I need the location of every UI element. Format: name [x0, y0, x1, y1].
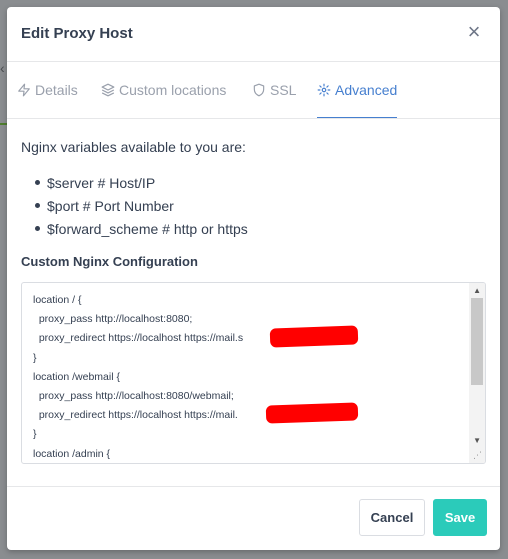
modal-footer: Cancel Save	[7, 486, 500, 550]
code-line: }	[33, 351, 37, 364]
list-item: $forward_scheme # http or https	[35, 217, 486, 240]
tab-custom-locations[interactable]: Custom locations	[101, 62, 226, 118]
tab-label: Custom locations	[119, 82, 227, 98]
scrollbar-thumb[interactable]	[471, 298, 483, 385]
tab-details[interactable]: Details	[17, 62, 78, 118]
code-line: }	[33, 428, 37, 441]
close-icon[interactable]: ×	[462, 21, 486, 45]
bolt-icon	[18, 83, 30, 97]
save-button[interactable]: Save	[433, 499, 487, 536]
list-item: $port # Port Number	[35, 194, 486, 217]
edit-proxy-host-modal: Edit Proxy Host × Details Custom locatio…	[7, 7, 500, 550]
redaction-mark	[265, 402, 359, 424]
tab-label: Advanced	[335, 81, 398, 98]
tab-advanced[interactable]: Advanced	[317, 62, 398, 118]
redaction-mark	[269, 325, 359, 348]
tab-label: SSL	[270, 82, 297, 98]
resize-handle-icon[interactable]: ⋰	[473, 450, 482, 461]
scrollbar[interactable]: ▲ ▼	[469, 283, 485, 463]
code-line: location /admin {	[33, 447, 111, 460]
advanced-panel: Nginx variables available to you are: $s…	[21, 132, 486, 464]
shield-icon	[253, 83, 265, 97]
nginx-config-textarea[interactable]: location / { proxy_pass http://localhost…	[21, 282, 486, 464]
backdrop-fragment: ‹	[0, 60, 5, 76]
variables-intro: Nginx variables available to you are:	[21, 139, 246, 155]
config-code: location / { proxy_pass http://localhost…	[33, 291, 244, 463]
tab-ssl[interactable]: SSL	[252, 62, 296, 118]
layers-icon	[101, 83, 115, 97]
tab-bar: Details Custom locations SSL Advanced	[7, 62, 500, 119]
modal-header: Edit Proxy Host ×	[7, 7, 500, 62]
scroll-up-icon[interactable]: ▲	[473, 286, 481, 295]
tab-label: Details	[35, 82, 78, 98]
list-item: $server # Host/IP	[35, 171, 486, 194]
code-line: proxy_pass http://localhost:8080/webmail…	[33, 390, 234, 403]
code-line: location / {	[33, 294, 82, 306]
code-line: location /webmail {	[33, 370, 120, 383]
code-line: proxy_pass http://localhost:8080;	[33, 313, 193, 326]
code-line: proxy_redirect https://localhost https:/…	[33, 409, 238, 422]
config-label: Custom Nginx Configuration	[21, 254, 198, 269]
code-line: proxy_redirect https://localhost https:/…	[33, 332, 244, 345]
modal-title: Edit Proxy Host	[21, 25, 133, 42]
gear-icon	[317, 83, 331, 96]
cancel-button[interactable]: Cancel	[359, 499, 425, 536]
variables-list: $server # Host/IP $port # Port Number $f…	[35, 171, 486, 240]
scroll-down-icon[interactable]: ▼	[473, 436, 481, 445]
